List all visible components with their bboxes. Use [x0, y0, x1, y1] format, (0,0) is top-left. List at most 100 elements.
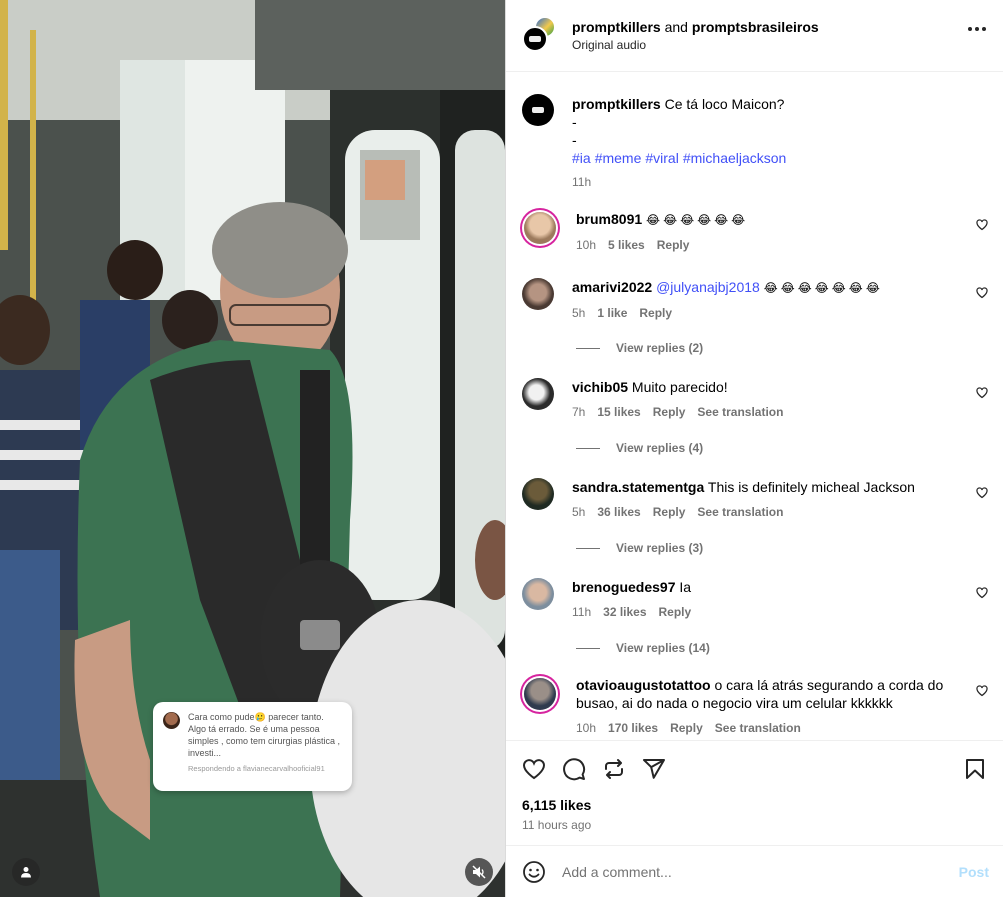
- comment-time[interactable]: 11h: [572, 603, 591, 621]
- avatar[interactable]: [522, 478, 554, 510]
- caption-username[interactable]: promptkillers: [572, 96, 661, 112]
- reply-button[interactable]: Reply: [653, 403, 686, 421]
- view-replies-label: View replies (3): [616, 541, 704, 555]
- reply-button[interactable]: Reply: [639, 304, 672, 322]
- repost-icon[interactable]: [602, 757, 626, 781]
- comment-username[interactable]: otavioaugustotattoo: [576, 677, 711, 693]
- caption-line: -: [572, 132, 577, 148]
- avatar[interactable]: [522, 278, 554, 310]
- user-icon: [21, 867, 31, 878]
- reply-button[interactable]: Reply: [659, 603, 692, 621]
- hashtag-link[interactable]: #michaeljackson: [683, 150, 787, 166]
- caption-line: -: [572, 114, 577, 130]
- caption: promptkillers Ce tá loco Maicon? - - #ia…: [522, 72, 987, 191]
- comment-likes[interactable]: 5 likes: [608, 236, 645, 254]
- comment-reply-sticker: Cara como pude🥲 parecer tanto. Algo tá e…: [153, 702, 352, 791]
- hashtag-link[interactable]: #meme: [595, 150, 642, 166]
- comment-item: otavioaugustotattoo o cara lá atrás segu…: [522, 676, 988, 737]
- comment-time[interactable]: 5h: [572, 304, 585, 322]
- view-replies-label: View replies (14): [616, 641, 710, 655]
- like-comment-icon[interactable]: [976, 487, 988, 499]
- comment-time[interactable]: 5h: [572, 503, 585, 521]
- avatar[interactable]: [522, 378, 554, 410]
- connector-text: and: [660, 19, 692, 35]
- see-translation-button[interactable]: See translation: [697, 503, 783, 521]
- comment-text: 😂😂😂😂😂😂: [646, 213, 749, 227]
- like-icon[interactable]: [522, 757, 546, 781]
- comment-icon[interactable]: [562, 757, 586, 781]
- see-translation-button[interactable]: See translation: [715, 719, 801, 737]
- like-comment-icon[interactable]: [976, 587, 988, 599]
- comment-username[interactable]: brum8091: [576, 211, 642, 227]
- like-comment-icon[interactable]: [976, 387, 988, 399]
- comment-text: Ia: [679, 579, 692, 595]
- likes-count[interactable]: 6,115 likes: [522, 797, 591, 813]
- avatar: [163, 712, 180, 729]
- reply-button[interactable]: Reply: [653, 503, 686, 521]
- post-comment-button[interactable]: Post: [959, 864, 989, 880]
- collaborator-link[interactable]: promptsbrasileiros: [692, 19, 819, 35]
- video-player[interactable]: Cara como pude🥲 parecer tanto. Algo tá e…: [0, 0, 505, 897]
- reply-button[interactable]: Reply: [670, 719, 703, 737]
- comment-item: brenoguedes97 Ia 11h 32 likes Reply: [522, 578, 988, 621]
- comment-time[interactable]: 10h: [576, 719, 596, 737]
- avatar[interactable]: [522, 94, 554, 126]
- tagged-users-button[interactable]: [12, 858, 40, 886]
- reply-button[interactable]: Reply: [657, 236, 690, 254]
- comment-item: vichib05 Muito parecido! 7h 15 likes Reply…: [522, 378, 988, 421]
- comment-item: sandra.statementga This is definitely mi…: [522, 478, 988, 521]
- post-viewer: Cara como pude🥲 parecer tanto. Algo tá e…: [0, 0, 1003, 897]
- comment-username[interactable]: brenoguedes97: [572, 579, 675, 595]
- avatar: [522, 25, 548, 52]
- view-replies-label: View replies (2): [616, 341, 704, 355]
- hashtag-link[interactable]: #viral: [645, 150, 678, 166]
- comment-username[interactable]: amarivi2022: [572, 279, 652, 295]
- mention-link[interactable]: @julyanajbj2018: [656, 279, 760, 295]
- mute-button[interactable]: [465, 858, 493, 886]
- view-replies-button[interactable]: View replies (4): [576, 441, 703, 455]
- more-options-button[interactable]: [968, 27, 986, 31]
- view-replies-button[interactable]: View replies (3): [576, 541, 703, 555]
- comment-text: This is definitely micheal Jackson: [707, 479, 915, 495]
- like-comment-icon[interactable]: [976, 685, 988, 697]
- comment-likes[interactable]: 32 likes: [603, 603, 646, 621]
- avatar[interactable]: [524, 212, 556, 244]
- see-translation-button[interactable]: See translation: [697, 403, 783, 421]
- avatar[interactable]: [522, 578, 554, 610]
- sticker-meta: Respondendo a flavianecarvalhooficial91: [188, 764, 325, 773]
- hashtags: #ia #meme #viral #michaeljackson: [572, 149, 790, 167]
- view-replies-button[interactable]: View replies (2): [576, 341, 703, 355]
- caption-text: Ce tá loco Maicon?: [664, 96, 785, 112]
- collab-avatars[interactable]: [522, 15, 562, 56]
- comment-likes[interactable]: 36 likes: [597, 503, 640, 521]
- author-link[interactable]: promptkillers: [572, 19, 661, 35]
- comment-input[interactable]: [562, 863, 922, 880]
- comment-likes[interactable]: 170 likes: [608, 719, 658, 737]
- post-time[interactable]: 11 hours ago: [522, 818, 591, 832]
- comment-likes[interactable]: 15 likes: [597, 403, 640, 421]
- like-comment-icon[interactable]: [976, 287, 988, 299]
- post-details-panel: promptkillers and promptsbrasileiros Ori…: [505, 0, 1003, 897]
- comment-likes[interactable]: 1 like: [597, 304, 627, 322]
- post-header: promptkillers and promptsbrasileiros Ori…: [506, 0, 1003, 72]
- save-bookmark-icon[interactable]: [963, 757, 987, 781]
- action-bar: [522, 757, 987, 781]
- speaker-muted-icon: [472, 865, 486, 879]
- comment-item: amarivi2022 @julyanajbj2018 😂😂😂😂😂😂😂 5h 1 …: [522, 278, 988, 322]
- share-icon[interactable]: [642, 757, 666, 781]
- view-replies-button[interactable]: View replies (14): [576, 641, 710, 655]
- comment-text: Muito parecido!: [631, 379, 728, 395]
- comment-username[interactable]: sandra.statementga: [572, 479, 704, 495]
- header-title: promptkillers and promptsbrasileiros: [572, 19, 819, 35]
- comments-list[interactable]: promptkillers Ce tá loco Maicon? - - #ia…: [506, 72, 1003, 740]
- view-replies-label: View replies (4): [616, 441, 704, 455]
- comment-item: brum8091 😂😂😂😂😂😂 10h 5 likes Reply: [522, 210, 988, 254]
- comment-time[interactable]: 10h: [576, 236, 596, 254]
- comment-username[interactable]: vichib05: [572, 379, 628, 395]
- audio-link[interactable]: Original audio: [572, 38, 819, 52]
- hashtag-link[interactable]: #ia: [572, 150, 591, 166]
- emoji-icon[interactable]: [522, 860, 546, 884]
- avatar[interactable]: [524, 678, 556, 710]
- like-comment-icon[interactable]: [976, 219, 988, 231]
- comment-time[interactable]: 7h: [572, 403, 585, 421]
